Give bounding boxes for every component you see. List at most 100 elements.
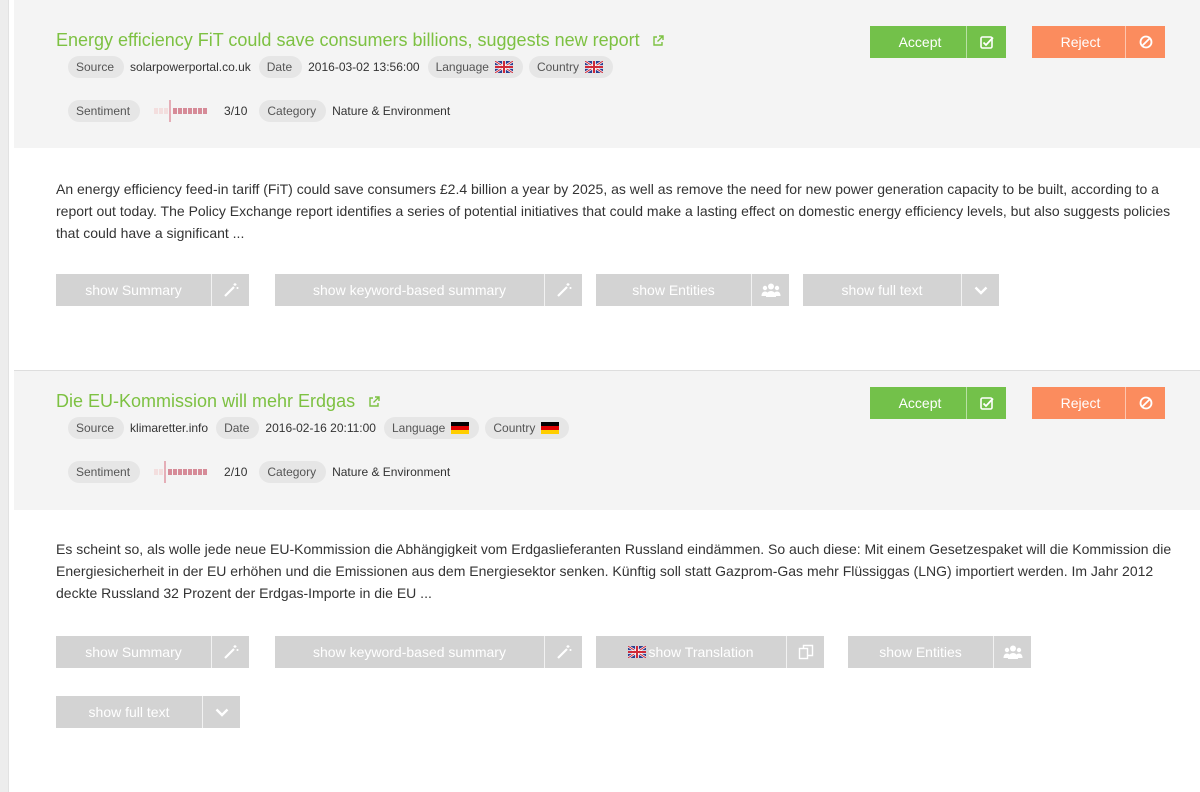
users-icon <box>751 274 789 306</box>
accept-label: Accept <box>898 34 942 50</box>
sentiment-bar <box>154 100 208 122</box>
sentiment-marker <box>164 461 167 483</box>
external-link-icon[interactable] <box>368 395 380 408</box>
external-link-icon[interactable] <box>652 34 664 47</box>
sentiment-segment <box>203 469 208 475</box>
germany-flag-icon <box>451 422 470 434</box>
magic-wand-icon <box>211 636 249 668</box>
accept-button[interactable]: Accept <box>870 387 1006 419</box>
show-full-text-button[interactable]: show full text <box>56 696 240 728</box>
country-label: Country <box>493 421 536 435</box>
chevron-down-icon <box>202 696 240 728</box>
sentiment-segment <box>164 108 169 114</box>
sentiment-segment <box>183 108 188 114</box>
sentiment-marker <box>169 100 172 122</box>
show-summary-button[interactable]: show Summary <box>56 636 249 668</box>
uk-flag-icon <box>494 61 513 73</box>
magic-wand-icon <box>211 274 249 306</box>
sentiment-segment <box>193 108 198 114</box>
sentiment-segment <box>188 108 193 114</box>
language-label: Language <box>435 60 489 74</box>
article-excerpt: An energy efficiency feed-in tariff (FiT… <box>56 181 1171 241</box>
article-meta: Source solarpowerportal.co.uk Date 2016-… <box>68 56 619 78</box>
source-label: Source <box>68 417 125 439</box>
date-value: 2016-02-16 20:11:00 <box>265 421 376 435</box>
reject-button[interactable]: Reject <box>1032 26 1165 58</box>
reject-label: Reject <box>1060 34 1101 50</box>
copy-icon <box>786 636 824 668</box>
sentiment-bar <box>154 461 208 483</box>
article-body: An energy efficiency feed-in tariff (FiT… <box>14 148 1200 370</box>
check-square-icon <box>966 26 1006 58</box>
show-translation-button[interactable]: show Translation <box>596 636 824 668</box>
language-pill: Language <box>383 417 480 439</box>
sentiment-segment <box>154 469 159 475</box>
show-keyword-summary-label: show keyword-based summary <box>313 282 506 298</box>
sentiment-segment <box>183 469 188 475</box>
category-label: Category <box>259 461 327 483</box>
article-card: Energy efficiency FiT could save consume… <box>14 0 1200 370</box>
show-summary-label: show Summary <box>85 282 182 298</box>
article-header: Energy efficiency FiT could save consume… <box>14 0 1200 148</box>
magic-wand-icon <box>544 636 582 668</box>
show-entities-button[interactable]: show Entities <box>848 636 1031 668</box>
sentiment-label: Sentiment <box>68 461 141 483</box>
show-summary-button[interactable]: show Summary <box>56 274 249 306</box>
category-value: Nature & Environment <box>332 465 451 479</box>
source-label: Source <box>68 56 125 78</box>
country-label: Country <box>536 60 579 74</box>
sentiment-score: 2/10 <box>224 465 248 479</box>
accept-label: Accept <box>898 395 942 411</box>
article-title[interactable]: Energy efficiency FiT could save consume… <box>56 30 640 51</box>
show-keyword-summary-button[interactable]: show keyword-based summary <box>275 636 582 668</box>
show-entities-label: show Entities <box>632 282 715 298</box>
magic-wand-icon <box>544 274 582 306</box>
reject-button[interactable]: Reject <box>1032 387 1165 419</box>
date-label: Date <box>216 417 260 439</box>
sentiment-segment <box>168 469 173 475</box>
article-excerpt: Es scheint so, als wolle jede neue EU-Ko… <box>56 541 1172 601</box>
show-full-text-label: show full text <box>841 282 923 298</box>
germany-flag-icon <box>541 422 560 434</box>
article-meta: Source klimaretter.info Date 2016-02-16 … <box>68 417 575 439</box>
source-value: klimaretter.info <box>130 421 209 435</box>
chevron-down-icon <box>961 274 999 306</box>
sentiment-segment <box>178 469 183 475</box>
show-full-text-button[interactable]: show full text <box>803 274 999 306</box>
show-summary-label: show Summary <box>85 644 182 660</box>
article-sentiment-row: Sentiment 2/10 Category Nature & Environ… <box>68 461 458 483</box>
country-pill: Country <box>485 417 570 439</box>
sentiment-segment <box>159 108 164 114</box>
show-entities-button[interactable]: show Entities <box>596 274 789 306</box>
sentiment-label: Sentiment <box>68 100 141 122</box>
sentiment-segment <box>173 108 178 114</box>
sentiment-segment <box>159 469 164 475</box>
ban-icon <box>1125 26 1165 58</box>
sentiment-segment <box>173 469 178 475</box>
uk-flag-icon <box>584 61 603 73</box>
show-keyword-summary-button[interactable]: show keyword-based summary <box>275 274 582 306</box>
sentiment-segment <box>198 108 203 114</box>
sentiment-segment <box>178 108 183 114</box>
show-translation-label: show Translation <box>596 636 786 668</box>
article-card: Die EU-Kommission will mehr Erdgas Sourc… <box>14 370 1200 792</box>
accept-button[interactable]: Accept <box>870 26 1006 58</box>
source-value: solarpowerportal.co.uk <box>130 60 251 74</box>
category-value: Nature & Environment <box>332 104 451 118</box>
show-translation-text: show Translation <box>648 644 754 660</box>
language-label: Language <box>391 421 446 435</box>
article-title[interactable]: Die EU-Kommission will mehr Erdgas <box>56 391 355 412</box>
sentiment-segment <box>188 469 193 475</box>
show-entities-label: show Entities <box>879 644 962 660</box>
article-body: Es scheint so, als wolle jede neue EU-Ko… <box>14 510 1200 792</box>
article-sentiment-row: Sentiment 3/10 Category Nature & Environ… <box>68 100 458 122</box>
sentiment-segment <box>203 108 208 114</box>
country-pill: Country <box>528 56 613 78</box>
language-pill: Language <box>427 56 523 78</box>
show-full-text-label: show full text <box>88 704 170 720</box>
date-label: Date <box>258 56 303 78</box>
reject-label: Reject <box>1060 395 1101 411</box>
show-keyword-summary-label: show keyword-based summary <box>313 644 506 660</box>
date-value: 2016-03-02 13:56:00 <box>308 60 420 74</box>
ban-icon <box>1125 387 1165 419</box>
